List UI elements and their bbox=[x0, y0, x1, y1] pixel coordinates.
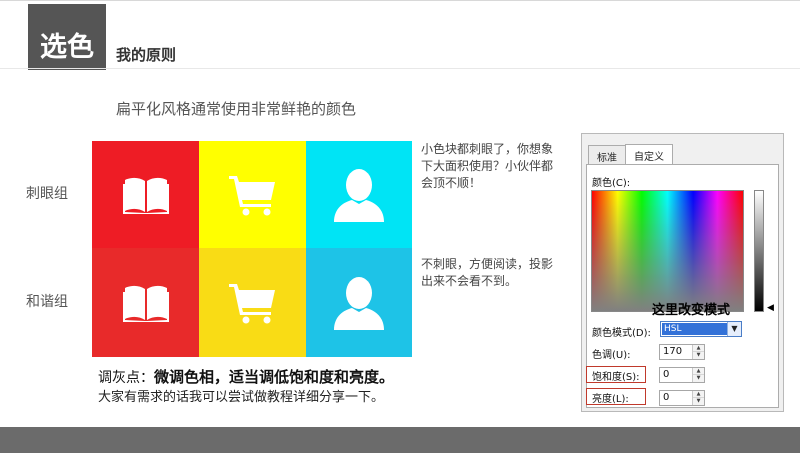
luminance-spinner[interactable]: 0 ▲ ▼ bbox=[659, 390, 705, 406]
hue-spin-buttons[interactable]: ▲ ▼ bbox=[692, 345, 704, 359]
tip-prefix: 调灰点： bbox=[98, 370, 154, 386]
hue-label: 色调(U): bbox=[592, 350, 631, 361]
color-spectrum-picker[interactable] bbox=[591, 190, 744, 312]
mode-callout: 这里改变模式 bbox=[652, 303, 731, 318]
vivid-red-tile bbox=[92, 141, 199, 248]
luminance-slider[interactable] bbox=[754, 190, 764, 312]
harmonious-blue-tile bbox=[306, 248, 412, 357]
saturation-spinner[interactable]: 0 ▲ ▼ bbox=[659, 367, 705, 383]
harmonious-group-label: 和谐组 bbox=[26, 294, 68, 310]
harmonious-red-tile bbox=[92, 248, 199, 357]
harmonious-yellow-tile bbox=[199, 248, 306, 357]
luminance-spin-buttons[interactable]: ▲ ▼ bbox=[692, 391, 704, 405]
book-icon bbox=[122, 177, 169, 214]
vivid-group-label: 刺眼组 bbox=[26, 186, 68, 202]
footer-bar bbox=[0, 427, 800, 453]
luminance-value: 0 bbox=[663, 392, 670, 403]
hue-spinner[interactable]: 170 ▲ ▼ bbox=[659, 344, 705, 360]
tip-line-1: 调灰点：微调色相，适当调低饱和度和亮度。 bbox=[98, 366, 394, 387]
person-icon bbox=[334, 276, 384, 330]
spin-up-icon[interactable]: ▲ bbox=[693, 391, 704, 398]
color-swatch-grid bbox=[92, 141, 412, 357]
spin-up-icon[interactable]: ▲ bbox=[693, 368, 704, 375]
harmonious-note: 不刺眼，方便阅读，投影出来不会看不到。 bbox=[421, 257, 554, 288]
saturation-value: 0 bbox=[663, 369, 670, 380]
vivid-cyan-tile bbox=[306, 141, 412, 248]
tip-bold: 微调色相，适当调低饱和度和亮度。 bbox=[154, 368, 395, 386]
spin-down-icon[interactable]: ▼ bbox=[693, 375, 704, 382]
luminance-label: 亮度(L): bbox=[592, 394, 629, 405]
page-title: 选色 bbox=[28, 4, 106, 70]
luminance-arrow-icon[interactable]: ◀ bbox=[767, 303, 774, 313]
top-border bbox=[0, 0, 800, 1]
color-mode-value: HSL bbox=[662, 323, 727, 335]
page-subtitle: 我的原则 bbox=[116, 46, 177, 64]
vivid-note: 小色块都刺眼了，你想象下大面积使用？小伙伴都会顶不顺！ bbox=[421, 142, 554, 190]
saturation-label: 饱和度(S): bbox=[592, 372, 640, 383]
shopping-cart-icon bbox=[228, 283, 275, 323]
chevron-down-icon[interactable]: ▼ bbox=[727, 322, 741, 336]
colors-label: 颜色(C): bbox=[592, 178, 631, 189]
color-mode-select[interactable]: HSL ▼ bbox=[660, 321, 742, 337]
spin-down-icon[interactable]: ▼ bbox=[693, 352, 704, 359]
title-divider bbox=[0, 68, 800, 69]
saturation-spin-buttons[interactable]: ▲ ▼ bbox=[692, 368, 704, 382]
book-icon bbox=[122, 285, 169, 322]
color-mode-label: 颜色模式(D): bbox=[592, 328, 651, 339]
spin-up-icon[interactable]: ▲ bbox=[693, 345, 704, 352]
vivid-yellow-tile bbox=[199, 141, 306, 248]
tip-line-2: 大家有需求的话我可以尝试做教程详细分享一下。 bbox=[98, 390, 385, 405]
spin-down-icon[interactable]: ▼ bbox=[693, 398, 704, 405]
hue-value: 170 bbox=[663, 346, 683, 357]
person-icon bbox=[334, 168, 384, 222]
headline: 扁平化风格通常使用非常鲜艳的颜色 bbox=[116, 100, 357, 118]
shopping-cart-icon bbox=[228, 175, 275, 215]
